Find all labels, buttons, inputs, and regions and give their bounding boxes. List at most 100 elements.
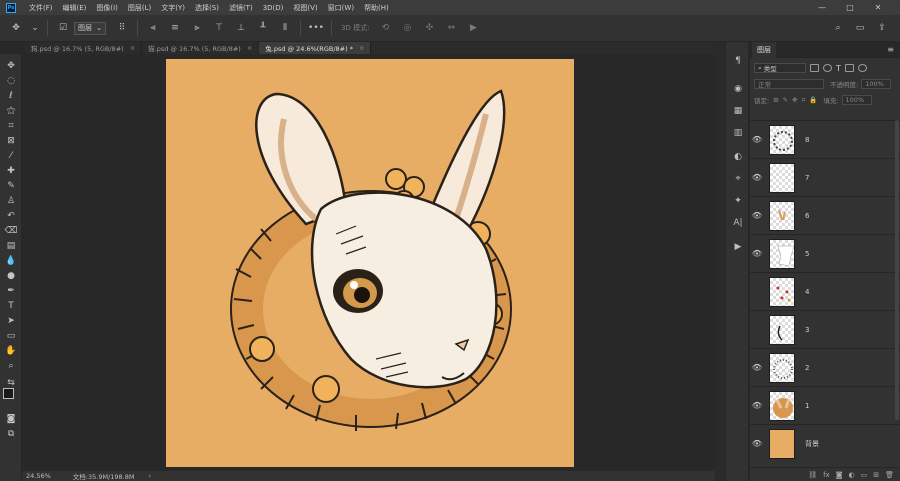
- panel-menu-icon[interactable]: ≡: [887, 45, 894, 54]
- align-top-icon[interactable]: ⊤: [211, 20, 227, 36]
- layer-row[interactable]: 👁 背景: [750, 424, 900, 462]
- minimize-icon[interactable]: —: [812, 0, 832, 15]
- maximize-icon[interactable]: □: [840, 0, 860, 15]
- close-icon[interactable]: ✕: [868, 0, 888, 15]
- search-icon[interactable]: ⌕: [830, 20, 846, 36]
- share-icon[interactable]: ⇪: [874, 20, 890, 36]
- rectangle-tool-icon[interactable]: ▭: [3, 329, 19, 342]
- fill-input[interactable]: 100%: [841, 95, 872, 105]
- styles-icon[interactable]: ✦: [730, 194, 746, 208]
- paragraph-icon[interactable]: ¶: [730, 54, 746, 68]
- 3d-pan-icon[interactable]: ✣: [421, 20, 437, 36]
- more-options-icon[interactable]: •••: [308, 20, 324, 36]
- visibility-eye-icon[interactable]: 👁: [750, 135, 764, 144]
- menu-view[interactable]: 视图(V): [288, 3, 322, 13]
- lock-all-icon[interactable]: 🔒: [809, 96, 817, 104]
- layer-row[interactable]: 👁 7: [750, 158, 900, 196]
- visibility-eye-icon[interactable]: 👁: [750, 287, 764, 296]
- link-layers-icon[interactable]: ⛓: [808, 471, 817, 479]
- eyedropper-tool-icon[interactable]: ⁄: [3, 149, 19, 162]
- layer-select-dropdown[interactable]: 图层 ⌄: [74, 21, 106, 35]
- lock-artboard-icon[interactable]: ⌗: [802, 96, 806, 105]
- tab-rabbit[interactable]: 兔.psd @ 24.6%(RGB/8#) * ×: [259, 42, 372, 54]
- path-selection-tool-icon[interactable]: ➤: [3, 314, 19, 327]
- canvas-area[interactable]: [25, 54, 715, 471]
- opacity-input[interactable]: 100%: [861, 79, 892, 89]
- dodge-tool-icon[interactable]: ●: [3, 269, 19, 282]
- document-canvas[interactable]: [166, 59, 574, 467]
- menu-image[interactable]: 图像(I): [91, 3, 123, 13]
- menu-edit[interactable]: 编辑(E): [58, 3, 92, 13]
- zoom-level[interactable]: 24.56%: [26, 472, 51, 480]
- color-wheel-icon[interactable]: ◉: [730, 82, 746, 96]
- layer-row[interactable]: 👁 1: [750, 386, 900, 424]
- delete-layer-icon[interactable]: 🗑: [885, 471, 894, 479]
- menu-file[interactable]: 文件(F): [24, 3, 58, 13]
- layer-style-icon[interactable]: fx: [823, 471, 830, 479]
- pen-tool-icon[interactable]: ✒: [3, 284, 19, 297]
- auto-select-checkbox-icon[interactable]: ☑: [55, 20, 71, 36]
- history-brush-tool-icon[interactable]: ↶: [3, 209, 19, 222]
- filter-type-icon[interactable]: T: [836, 64, 841, 73]
- align-left-icon[interactable]: ⫷: [145, 20, 161, 36]
- layer-row[interactable]: 👁 2: [750, 348, 900, 386]
- gradient-tool-icon[interactable]: ▤: [3, 239, 19, 252]
- filter-adjustment-icon[interactable]: [823, 64, 832, 72]
- magic-wand-tool-icon[interactable]: ⚝: [3, 104, 19, 117]
- workspace-icon[interactable]: ▭: [852, 20, 868, 36]
- menu-select[interactable]: 选择(S): [190, 3, 224, 13]
- type-tool-icon[interactable]: T: [3, 299, 19, 312]
- tab-cat[interactable]: 猫.psd @ 16.7% (5, RGB/8#) ×: [142, 42, 260, 54]
- layer-row[interactable]: 👁 6: [750, 196, 900, 234]
- zoom-tool-icon[interactable]: ⌕: [3, 359, 19, 372]
- layer-row[interactable]: 👁 5: [750, 234, 900, 272]
- menu-filter[interactable]: 滤镜(T): [224, 3, 258, 13]
- distribute-icon[interactable]: ⫴: [277, 20, 293, 36]
- screen-mode-icon[interactable]: ⧉: [3, 427, 19, 440]
- visibility-eye-icon[interactable]: 👁: [750, 325, 764, 334]
- filter-pixel-icon[interactable]: [810, 64, 819, 72]
- menu-window[interactable]: 窗口(W): [323, 3, 359, 13]
- adjustments-icon[interactable]: ◐: [730, 150, 746, 164]
- tab-dog[interactable]: 狗.psd @ 16.7% (5, RGB/8#) ×: [25, 42, 143, 54]
- 3d-scale-icon[interactable]: ▶: [465, 20, 481, 36]
- lock-paint-icon[interactable]: ✎: [783, 96, 788, 104]
- align-right-icon[interactable]: ⫸: [189, 20, 205, 36]
- foreground-color-swatch[interactable]: [3, 388, 14, 399]
- menu-type[interactable]: 文字(Y): [156, 3, 190, 13]
- new-layer-icon[interactable]: ⊞: [873, 471, 879, 479]
- layer-row[interactable]: 👁 4: [750, 272, 900, 310]
- eraser-tool-icon[interactable]: ⌫: [3, 224, 19, 237]
- visibility-eye-icon[interactable]: 👁: [750, 439, 764, 448]
- frame-tool-icon[interactable]: ⊠: [3, 134, 19, 147]
- chevron-down-icon[interactable]: ⌄: [30, 20, 40, 36]
- paths-icon[interactable]: ⌖: [730, 172, 746, 186]
- healing-brush-tool-icon[interactable]: ✚: [3, 164, 19, 177]
- visibility-eye-icon[interactable]: 👁: [750, 173, 764, 182]
- filter-kind-dropdown[interactable]: ⌕ 类型: [754, 63, 806, 73]
- visibility-eye-icon[interactable]: 👁: [750, 211, 764, 220]
- clone-stamp-tool-icon[interactable]: ♙: [3, 194, 19, 207]
- visibility-eye-icon[interactable]: 👁: [750, 363, 764, 372]
- layer-row[interactable]: 👁 3: [750, 310, 900, 348]
- 3d-slide-icon[interactable]: ⇔: [443, 20, 459, 36]
- 3d-roll-icon[interactable]: ◎: [399, 20, 415, 36]
- libraries-icon[interactable]: ▥: [730, 126, 746, 140]
- move-tool-icon[interactable]: ✥: [8, 20, 24, 36]
- marquee-tool-icon[interactable]: ◌: [3, 74, 19, 87]
- blur-tool-icon[interactable]: 💧: [3, 254, 19, 267]
- align-vcenter-icon[interactable]: ⊥: [233, 20, 249, 36]
- crop-tool-icon[interactable]: ⌗: [3, 119, 19, 132]
- swatches-icon[interactable]: ▦: [730, 104, 746, 118]
- hand-tool-icon[interactable]: ✋: [3, 344, 19, 357]
- blend-mode-dropdown[interactable]: 正常: [754, 79, 824, 89]
- lock-position-icon[interactable]: ✥: [792, 96, 797, 104]
- quick-mask-icon[interactable]: ◙: [3, 412, 19, 425]
- actions-play-icon[interactable]: ▶: [730, 240, 746, 254]
- visibility-eye-icon[interactable]: 👁: [750, 401, 764, 410]
- filter-toggle-icon[interactable]: [857, 64, 867, 72]
- layer-row[interactable]: 👁 8: [750, 120, 900, 158]
- transform-controls-icon[interactable]: ⠿: [114, 20, 130, 36]
- status-menu-arrow[interactable]: ›: [148, 472, 151, 480]
- layers-scrollbar[interactable]: [895, 120, 899, 420]
